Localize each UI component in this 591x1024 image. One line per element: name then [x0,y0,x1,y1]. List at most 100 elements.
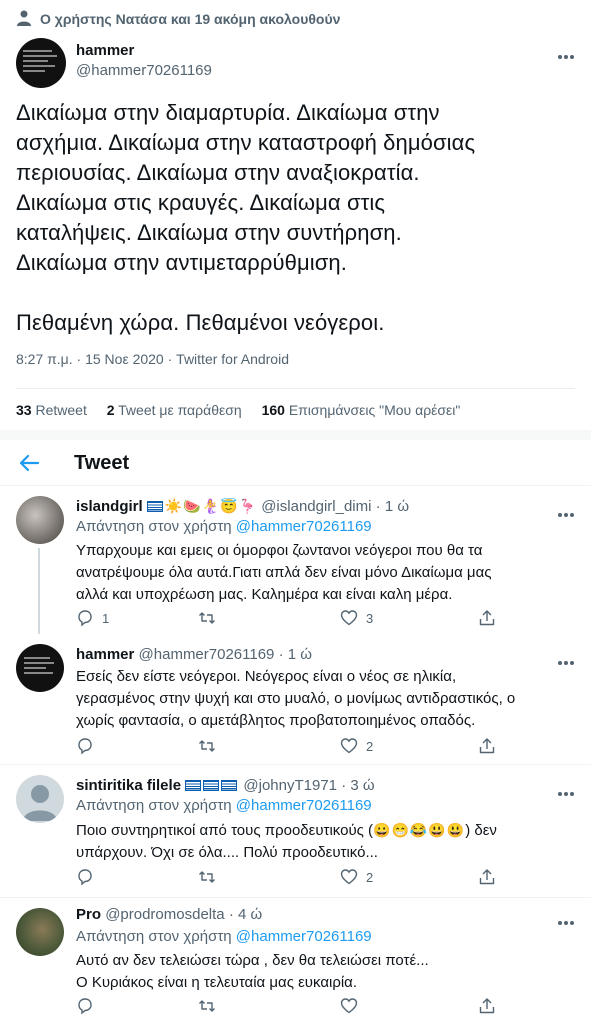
author-handle[interactable]: @islandgirl_dimi [261,498,371,515]
like-count: 2 [366,738,374,754]
reply-icon [78,738,92,755]
section-gap [0,430,591,440]
replying-to-handle[interactable]: @hammer70261169 [236,928,372,945]
action-bar: 2 [76,736,506,758]
share-icon [479,738,495,754]
avatar[interactable] [16,644,64,692]
retweet-button[interactable] [198,867,224,887]
avatar[interactable] [16,775,64,823]
author-handle[interactable]: @prodromosdelta [105,906,224,923]
social-context-text: Ο χρήστης Νατάσα και 19 ακόμη ακολουθούν [40,11,341,27]
quote-stat[interactable]: 2 Tweet με παράθεση [107,402,242,418]
reply-text: Υπαρχουμε και εμεις οι όμορφοι ζωντανοι … [76,542,492,603]
author-name[interactable]: sintiritika filele [76,777,181,794]
replying-to-label: Απάντηση στον χρήστη [76,928,232,945]
retweet-icon [199,1000,215,1012]
more-options-icon[interactable] [558,46,578,59]
share-icon [479,610,495,626]
retweet-stat[interactable]: 33 Retweet [16,402,87,418]
replying-to-handle[interactable]: @hammer70261169 [236,797,372,814]
author-name[interactable]: islandgirl [76,498,143,515]
reply-time[interactable]: · 1 ώ [279,646,312,663]
share-button[interactable] [478,608,496,628]
avatar[interactable] [16,496,64,544]
share-button[interactable] [478,867,496,887]
reply-time[interactable]: · 1 ώ [376,498,409,515]
retweet-icon [199,871,215,883]
person-icon [17,10,31,26]
reply-tweet[interactable]: Pro @prodromosdelta · 4 ώ Απάντηση στον … [0,898,591,1024]
heart-icon [340,869,358,885]
reply-text: Εσείς δεν είστε νεόγεροι. Νεόγερος είναι… [76,668,516,729]
replying-to-label: Απάντηση στον χρήστη [76,518,232,535]
like-count: 3 [366,610,374,626]
retweet-button[interactable] [198,608,224,628]
heart-icon [340,610,358,626]
like-button[interactable] [340,996,366,1016]
more-options-icon[interactable] [558,652,578,665]
tweet-text: Δικαίωμα στην διαμαρτυρία. Δικαίωμα στην… [16,100,476,335]
reply-icon [78,998,92,1015]
reply-text: Ποιο συντηρητικοί από τους προοδευτικούς… [76,822,497,861]
reply-icon [78,869,92,886]
author-name[interactable]: hammer [76,646,134,663]
reply-button[interactable] [76,736,102,756]
reply-button[interactable] [76,996,102,1016]
reply-tweet[interactable]: hammer @hammer70261169 · 1 ώ Εσείς δεν ε… [0,634,591,764]
like-button[interactable]: 2 [340,867,373,887]
action-bar: 2 [76,867,506,889]
author-handle[interactable]: @hammer70261169 [139,646,275,663]
reply-button[interactable]: 1 [76,608,109,628]
reply-tweet[interactable]: sintiritika filele @johnyT1971 · 3 ώ Απά… [0,765,591,897]
reply-tweet[interactable]: islandgirl ☀️🍉🧜‍♀️😇🦩 @islandgirl_dimi · … [0,486,591,634]
action-bar: 1 3 [76,608,506,630]
heart-icon [340,738,358,754]
reply-button[interactable] [76,867,102,887]
avatar[interactable] [16,908,64,956]
like-stat[interactable]: 160 Επισημάνσεις "Μου αρέσει" [262,402,461,418]
retweet-icon [199,740,215,752]
like-button[interactable]: 2 [340,736,373,756]
greek-flag-icon [203,780,220,791]
reply-time[interactable]: · 3 ώ [341,777,374,794]
greek-flag-icon [146,501,163,512]
retweet-button[interactable] [198,996,224,1016]
more-options-icon[interactable] [558,504,578,517]
reply-text: Αυτό αν δεν τελειώσει τώρα , δεν θα τελε… [76,952,429,991]
share-button[interactable] [478,996,496,1016]
page-title: Tweet [74,452,130,474]
replying-to-label: Απάντηση στον χρήστη [76,797,232,814]
greek-flag-icon [221,780,238,791]
author-name[interactable]: Pro [76,906,101,923]
author-name[interactable]: hammer [76,42,134,59]
more-options-icon[interactable] [558,912,578,925]
social-context[interactable]: Ο χρήστης Νατάσα και 19 ακόμη ακολουθούν [0,6,591,32]
retweet-icon [199,612,215,624]
reply-time[interactable]: · 4 ώ [229,906,262,923]
author-handle[interactable]: @hammer70261169 [76,62,212,79]
thread-line [38,548,40,634]
like-count: 2 [366,869,374,885]
name-emojis: ☀️🍉🧜‍♀️😇🦩 [164,498,258,514]
heart-icon [340,998,358,1014]
share-icon [479,998,495,1014]
greek-flag-icon [185,780,202,791]
action-bar [76,996,506,1018]
replying-to-handle[interactable]: @hammer70261169 [236,518,372,535]
reply-icon [78,610,92,627]
author-handle[interactable]: @johnyT1971 [243,777,337,794]
back-arrow-icon[interactable] [18,452,40,474]
reply-count: 1 [102,610,110,626]
default-avatar-icon [23,785,57,821]
retweet-button[interactable] [198,736,224,756]
tweet-timestamp[interactable]: 8:27 π.μ. · 15 Νοε 2020 · Twitter for An… [16,351,289,367]
text-emojis: 😀😁😂😃😃 [373,822,466,838]
avatar-image [23,50,59,76]
like-button[interactable]: 3 [340,608,373,628]
divider [16,388,575,389]
tweet-stats: 33 Retweet 2 Tweet με παράθεση 160 Επιση… [16,402,476,418]
share-icon [479,869,495,885]
share-button[interactable] [478,736,496,756]
avatar[interactable] [16,38,66,88]
more-options-icon[interactable] [558,783,578,796]
